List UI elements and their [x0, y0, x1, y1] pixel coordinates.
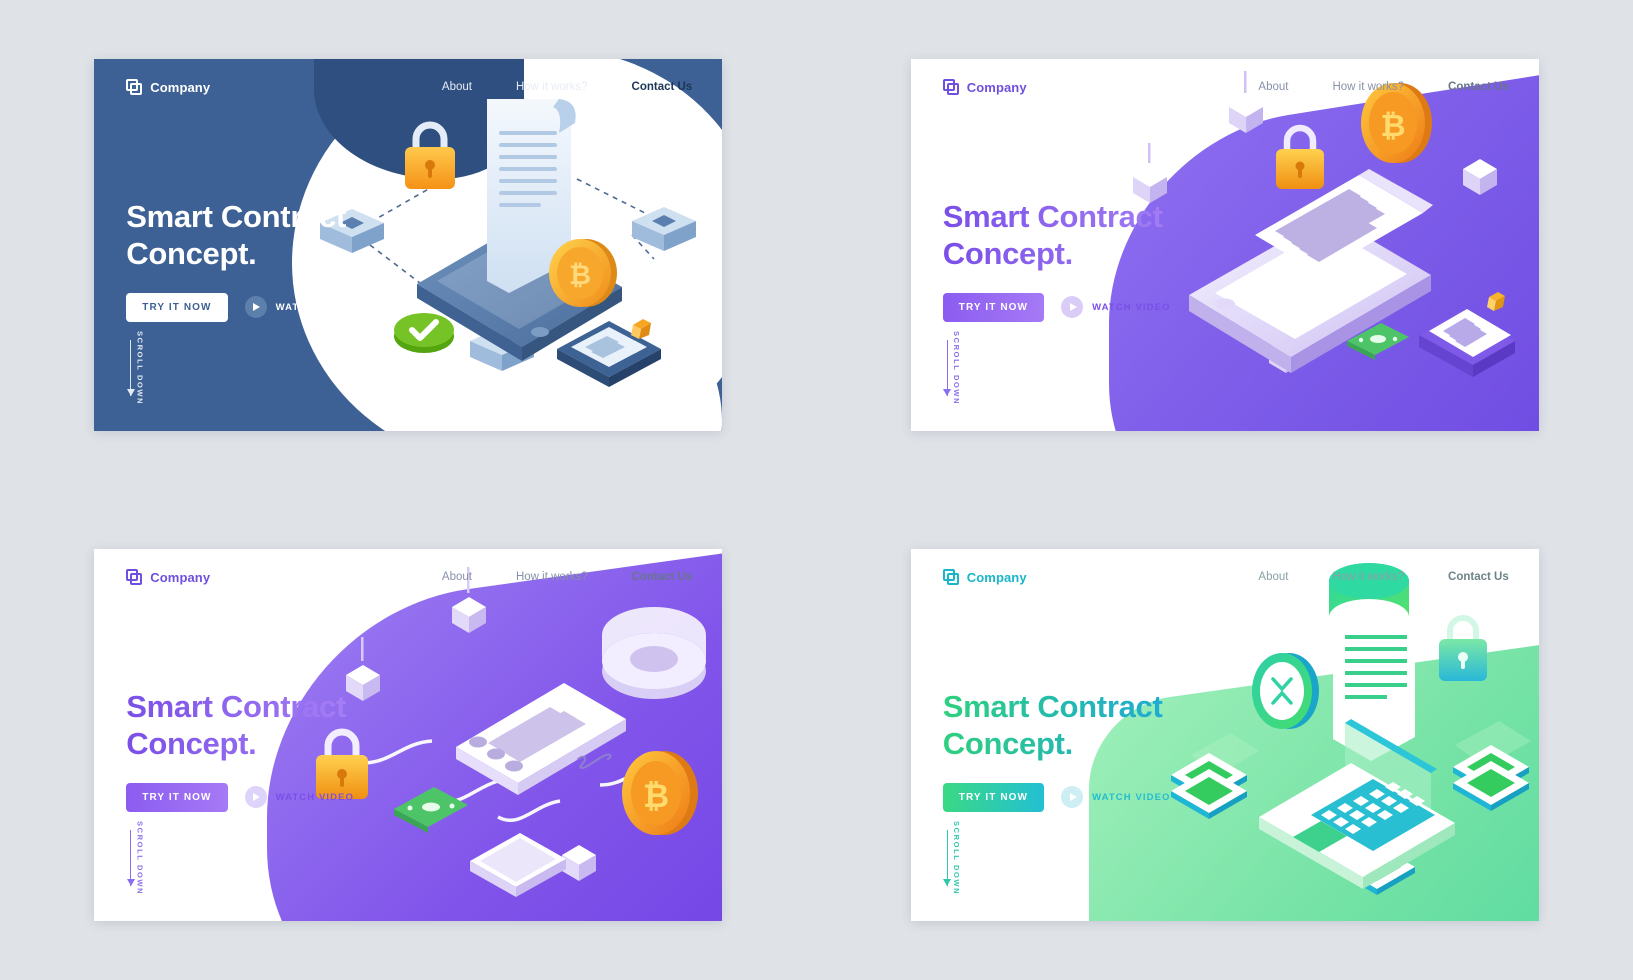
logo[interactable]: Company [126, 569, 210, 586]
cta-row: TRY IT NOW WATCH VIDEO [942, 782, 1171, 812]
try-it-now-button[interactable]: TRY IT NOW [126, 782, 228, 812]
card-slot-1: Company About How it works? Contact Us ₿… [0, 0, 817, 490]
try-it-now-button[interactable]: TRY IT NOW [942, 782, 1045, 812]
company-logo-icon [942, 79, 960, 96]
nav-item-about[interactable]: About [442, 81, 472, 93]
page-title: Smart Contract Concept. [126, 199, 346, 271]
scroll-down-label: SCROLL DOWN [951, 330, 961, 405]
main-nav: About How it works? Contact Us [1258, 81, 1508, 93]
purple-platform [1108, 59, 1539, 431]
scroll-down-indicator[interactable]: SCROLL DOWN [126, 330, 145, 405]
hero: Smart Contract Concept. TRY IT NOW WATCH… [126, 199, 354, 322]
nav-item-contact-us[interactable]: Contact Us [1448, 571, 1509, 583]
page-title: Smart Contract Concept. [943, 689, 1171, 763]
scroll-down-label: SCROLL DOWN [951, 820, 961, 895]
card-slot-2: Company About How it works? Contact Us ₿… [817, 0, 1633, 490]
cta-row: TRY IT NOW WATCH VIDEO [126, 292, 355, 322]
main-nav: About How it works? Contact Us [1258, 571, 1508, 583]
hero: Smart Contract Concept. TRY IT NOW WATCH… [126, 689, 354, 812]
scroll-down-label: SCROLL DOWN [135, 820, 145, 895]
page-title: Smart Contract Concept. [126, 689, 354, 763]
logo[interactable]: Company [126, 79, 210, 96]
scroll-down-indicator[interactable]: SCROLL DOWN [943, 820, 961, 895]
try-it-now-button[interactable]: TRY IT NOW [126, 292, 228, 322]
logo-label: Company [966, 570, 1027, 585]
watch-video-button[interactable]: WATCH VIDEO [1061, 786, 1171, 809]
watch-video-button[interactable]: WATCH VIDEO [244, 296, 355, 319]
nav-item-how-it-works[interactable]: How it works? [516, 571, 588, 583]
cards-grid: Company About How it works? Contact Us ₿… [0, 0, 1633, 980]
company-logo-icon [942, 569, 960, 586]
card-slot-4: Company About How it works? Contact Us S… [817, 490, 1633, 980]
nav-item-how-it-works[interactable]: How it works? [516, 81, 588, 93]
company-logo-icon [126, 79, 143, 96]
nav-item-contact-us[interactable]: Contact Us [1448, 81, 1509, 93]
cta-row: TRY IT NOW WATCH VIDEO [126, 782, 355, 812]
play-icon [244, 786, 267, 809]
watch-video-label: WATCH VIDEO [275, 791, 355, 803]
scroll-down-indicator[interactable]: SCROLL DOWN [943, 330, 961, 405]
landing-card-green: Company About How it works? Contact Us S… [910, 549, 1539, 921]
arrow-down-icon [943, 339, 952, 396]
play-icon [244, 296, 267, 319]
arrow-down-icon [126, 339, 135, 396]
watch-video-label: WATCH VIDEO [1092, 791, 1171, 803]
play-icon [1061, 296, 1084, 319]
logo[interactable]: Company [942, 79, 1027, 96]
arrow-down-icon [943, 829, 952, 886]
watch-video-button[interactable]: WATCH VIDEO [1061, 296, 1171, 319]
scroll-down-indicator[interactable]: SCROLL DOWN [126, 820, 145, 895]
cta-row: TRY IT NOW WATCH VIDEO [942, 292, 1171, 322]
watch-video-label: WATCH VIDEO [1092, 301, 1171, 313]
watch-video-button[interactable]: WATCH VIDEO [244, 786, 355, 809]
logo-label: Company [966, 80, 1027, 95]
scroll-down-label: SCROLL DOWN [135, 330, 145, 405]
nav-item-contact-us[interactable]: Contact Us [632, 81, 693, 93]
logo[interactable]: Company [942, 569, 1027, 586]
landing-card-purple-phone: Company About How it works? Contact Us ₿… [910, 59, 1539, 431]
hero: Smart Contract Concept. TRY IT NOW WATCH… [942, 689, 1171, 812]
nav-item-about[interactable]: About [1258, 81, 1288, 93]
landing-card-purple-document: Company About How it works? Contact Us ₿… [94, 549, 723, 921]
nav-item-about[interactable]: About [1258, 571, 1288, 583]
nav-item-contact-us[interactable]: Contact Us [632, 571, 693, 583]
card-slot-3: Company About How it works? Contact Us ₿… [0, 490, 817, 980]
nav-item-about[interactable]: About [442, 571, 472, 583]
arrow-down-icon [126, 829, 135, 886]
page-title: Smart Contract Concept. [943, 199, 1171, 273]
logo-label: Company [150, 570, 211, 585]
nav-item-how-it-works[interactable]: How it works? [1332, 81, 1404, 93]
main-nav: About How it works? Contact Us [442, 81, 692, 93]
company-logo-icon [126, 569, 143, 586]
main-nav: About How it works? Contact Us [442, 571, 692, 583]
logo-label: Company [150, 80, 211, 95]
nav-item-how-it-works[interactable]: How it works? [1332, 571, 1404, 583]
watch-video-label: WATCH VIDEO [275, 301, 355, 313]
landing-card-blue: Company About How it works? Contact Us ₿… [94, 59, 723, 431]
play-icon [1061, 786, 1084, 809]
hero: Smart Contract Concept. TRY IT NOW WATCH… [942, 199, 1171, 322]
try-it-now-button[interactable]: TRY IT NOW [942, 292, 1045, 322]
